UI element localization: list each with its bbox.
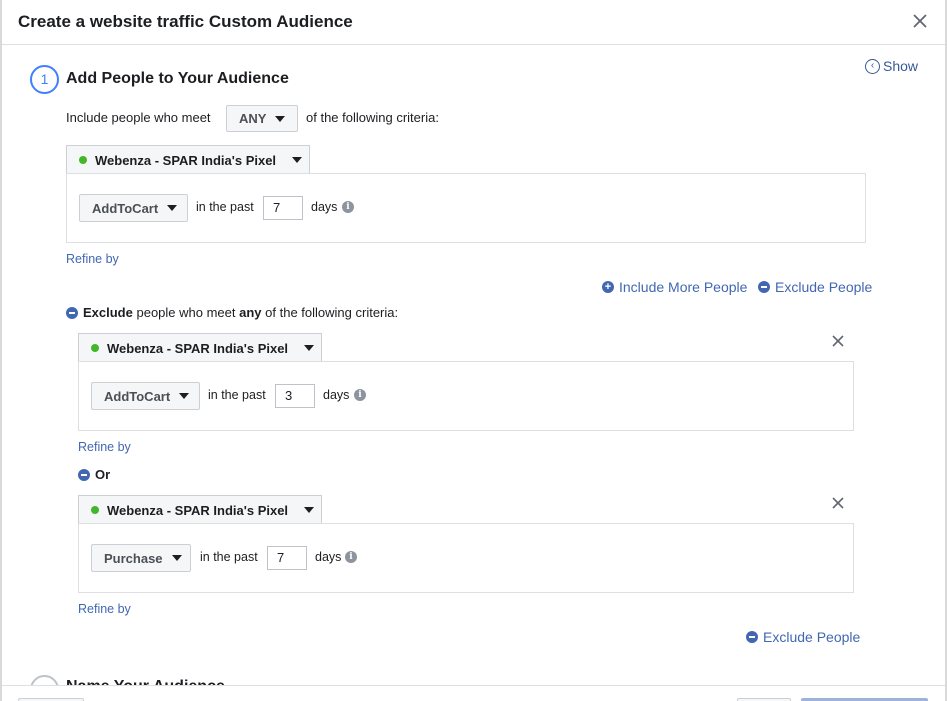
- caret-down-icon: [167, 205, 178, 211]
- include-suffix: of the following criteria:: [306, 110, 439, 125]
- exclude-any-word: any: [239, 305, 262, 320]
- exclude-people-button[interactable]: Exclude People: [758, 279, 872, 295]
- exclude-rule-2-event-dropdown[interactable]: Purchase: [91, 544, 191, 572]
- remove-rule-1-icon[interactable]: [831, 334, 845, 348]
- exclude-rule-1-event-value: AddToCart: [104, 388, 171, 404]
- include-days-input[interactable]: 7: [263, 196, 303, 220]
- chevron-left-icon: ‹: [865, 58, 880, 74]
- minus-circle-icon: [758, 281, 770, 293]
- exclude-rule-1-days-label: days: [323, 388, 350, 402]
- show-label: Show: [883, 58, 919, 74]
- close-icon[interactable]: [909, 10, 931, 32]
- step-1-indicator: 1: [30, 65, 59, 94]
- exclude-rule-2-days-label: days: [315, 550, 342, 564]
- include-more-label: Include More People: [619, 279, 748, 295]
- pixel-status-dot: [91, 506, 99, 514]
- caret-down-icon: [292, 157, 303, 163]
- or-label: Or: [95, 467, 111, 482]
- exclude-rule-2-days-input[interactable]: 7: [267, 546, 307, 570]
- exclude-rule-2-event-value: Purchase: [104, 550, 163, 566]
- exclude-rule-1-pixel-name: Webenza - SPAR India's Pixel: [107, 340, 289, 356]
- remove-or-icon[interactable]: [78, 468, 90, 481]
- caret-down-icon: [304, 345, 315, 351]
- exclude-rule-2-refine-by-link[interactable]: Refine by: [78, 602, 131, 616]
- include-pixel-dropdown[interactable]: Webenza - SPAR India's Pixel: [66, 145, 310, 174]
- exclude-rule-1-pixel-dropdown[interactable]: Webenza - SPAR India's Pixel: [78, 333, 322, 362]
- dialog-title: Create a website traffic Custom Audience: [18, 12, 353, 31]
- caret-down-icon: [304, 507, 315, 513]
- exclude-rule-1-event-dropdown[interactable]: AddToCart: [91, 382, 200, 410]
- exclude-people-button-2[interactable]: Exclude People: [746, 629, 860, 645]
- include-event-value: AddToCart: [92, 200, 159, 216]
- dialog-footer: [2, 685, 945, 701]
- exclude-rule-2-box: [78, 523, 854, 593]
- pixel-status-dot: [91, 344, 99, 352]
- exclude-rule-2-pixel-dropdown[interactable]: Webenza - SPAR India's Pixel: [78, 495, 322, 524]
- exclude-word: Exclude: [83, 305, 133, 320]
- pixel-status-dot: [79, 156, 87, 164]
- exclude-rule-1-in-the-past: in the past: [208, 388, 266, 402]
- show-button[interactable]: ‹ Show: [865, 58, 918, 74]
- include-in-the-past: in the past: [196, 200, 254, 214]
- include-prefix: Include people who meet: [66, 110, 211, 125]
- info-icon[interactable]: i: [354, 389, 366, 401]
- remove-rule-2-icon[interactable]: [831, 496, 845, 510]
- include-days-label: days: [311, 200, 338, 214]
- remove-exclusion-icon[interactable]: [66, 306, 78, 319]
- exclude-header: Exclude people who meet any of the follo…: [66, 305, 398, 320]
- exclude-people-label-2: Exclude People: [763, 629, 861, 645]
- minus-circle-icon: [746, 631, 758, 643]
- exclude-rule-2-pixel-name: Webenza - SPAR India's Pixel: [107, 502, 289, 518]
- exclude-rule-1-days-input[interactable]: 3: [275, 384, 315, 408]
- caret-down-icon: [171, 555, 182, 561]
- plus-circle-icon: +: [602, 281, 614, 293]
- custom-audience-dialog: Create a website traffic Custom Audience…: [2, 0, 945, 701]
- include-more-people-button[interactable]: + Include More People: [602, 279, 747, 295]
- dialog-header: Create a website traffic Custom Audience: [2, 0, 945, 45]
- step-1-title: Add People to Your Audience: [66, 70, 289, 87]
- include-event-dropdown[interactable]: AddToCart: [79, 194, 188, 222]
- caret-down-icon: [275, 115, 286, 122]
- info-icon[interactable]: i: [345, 551, 357, 563]
- exclude-suffix: of the following criteria:: [265, 305, 399, 320]
- exclude-rule-2-in-the-past: in the past: [200, 550, 258, 564]
- match-type-dropdown[interactable]: ANY: [226, 105, 298, 132]
- include-pixel-name: Webenza - SPAR India's Pixel: [95, 152, 277, 168]
- match-type-value: ANY: [239, 111, 267, 126]
- info-icon[interactable]: i: [342, 201, 354, 213]
- exclude-people-label: Exclude People: [775, 279, 873, 295]
- or-separator: Or: [78, 467, 110, 482]
- caret-down-icon: [179, 393, 190, 399]
- include-refine-by-link[interactable]: Refine by: [66, 252, 119, 266]
- exclude-rule-1-refine-by-link[interactable]: Refine by: [78, 440, 131, 454]
- exclude-middle: people who meet: [136, 305, 236, 320]
